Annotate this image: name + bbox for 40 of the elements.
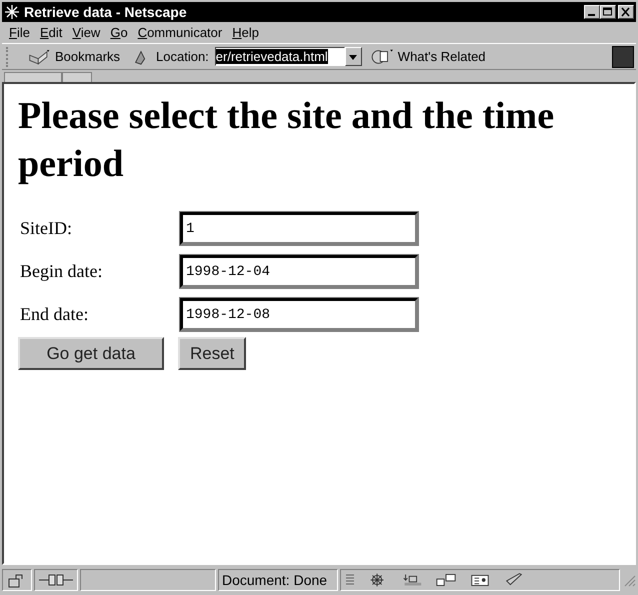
field-label: SiteID:	[20, 218, 73, 239]
input-field[interactable]: 1998-12-04	[180, 255, 418, 288]
pen-icon[interactable]	[503, 572, 525, 588]
chat-icon[interactable]	[435, 572, 457, 588]
maximize-button[interactable]	[600, 5, 616, 19]
submit-button[interactable]: Go get data	[18, 337, 164, 370]
field-label: Begin date:	[20, 261, 104, 282]
snowflake-icon	[4, 4, 20, 20]
pages-icon	[370, 48, 395, 66]
menu-item[interactable]: Go	[110, 25, 128, 40]
address-card-icon[interactable]	[469, 572, 491, 588]
menu-item[interactable]: Help	[232, 25, 259, 40]
collapsed-toolbar-tab[interactable]	[62, 72, 92, 82]
plug-icon	[34, 569, 78, 591]
field-label: End date:	[20, 304, 90, 325]
input-field[interactable]: 1	[180, 212, 418, 245]
dropdown-button[interactable]	[344, 47, 362, 66]
minimize-icon	[588, 14, 594, 16]
collapsed-toolbar-tab[interactable]	[4, 72, 62, 82]
input-field[interactable]: 1998-12-08	[180, 298, 418, 331]
location-label: Location:	[156, 49, 209, 64]
minimize-button[interactable]	[584, 5, 600, 19]
reset-button[interactable]: Reset	[178, 337, 246, 370]
close-icon	[620, 7, 632, 17]
maximize-icon	[602, 7, 614, 17]
inbox-icon[interactable]	[401, 572, 423, 588]
book-icon	[28, 48, 52, 66]
menu-item[interactable]: Communicator	[138, 25, 222, 40]
status-text: Document: Done	[218, 569, 338, 591]
close-button[interactable]	[618, 5, 634, 19]
page-heading: Please select the site and the time period	[18, 94, 556, 187]
bookmarks-button[interactable]: Bookmarks	[55, 49, 120, 64]
resize-grip-icon[interactable]	[622, 573, 636, 587]
menu-item[interactable]: File	[9, 25, 30, 40]
location-field[interactable]: er/retrievedata.html	[214, 47, 345, 66]
whats-related-button[interactable]: What's Related	[398, 49, 486, 64]
window-title: Retrieve data - Netscape	[24, 4, 188, 20]
menu-item[interactable]: View	[72, 25, 100, 40]
lock-icon[interactable]	[2, 569, 32, 591]
menu-item[interactable]: Edit	[40, 25, 62, 40]
